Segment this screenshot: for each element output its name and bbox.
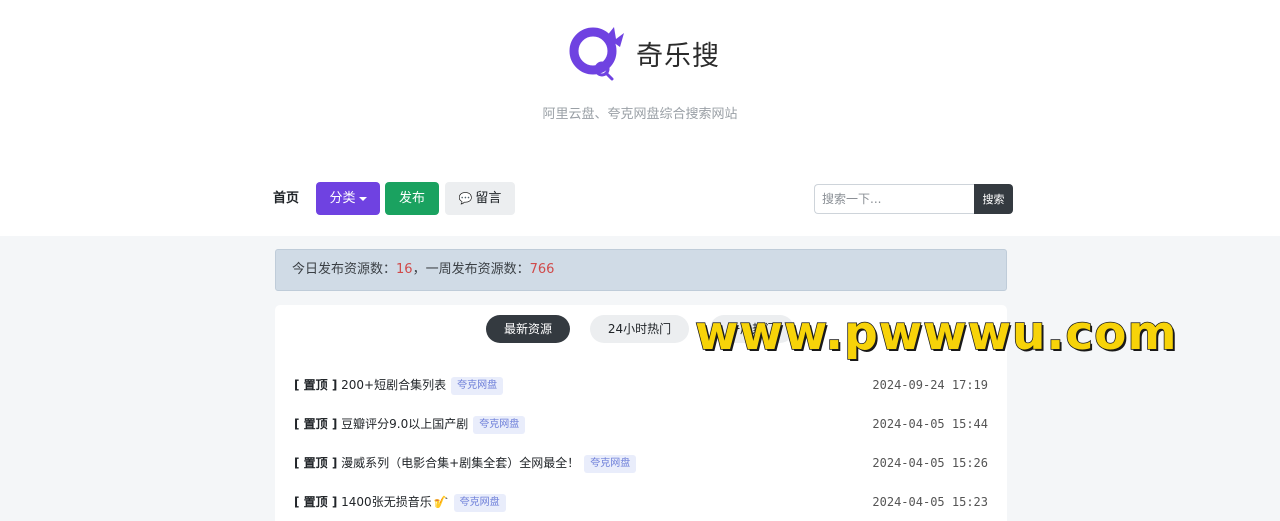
stats-banner: 今日发布资源数：16，一周发布资源数：766 xyxy=(275,249,1007,291)
logo[interactable]: 奇乐搜 xyxy=(566,25,720,81)
pin-label: [ 置顶 ] xyxy=(294,456,338,470)
drive-tag: 夸克网盘 xyxy=(584,454,637,473)
nav-category-dropdown[interactable]: 分类 xyxy=(316,182,380,215)
logo-icon xyxy=(569,27,624,81)
stats-week-label: 一周发布资源数： xyxy=(425,262,530,277)
nav-message-button[interactable]: 💬 留言 xyxy=(445,182,515,215)
music-emoji-icon: 🎷 xyxy=(433,495,449,509)
list-item[interactable]: [ 置顶 ] 漫威系列（电影合集+剧集全套）全网最全！ 夸克网盘 2024-04-… xyxy=(294,453,988,473)
nav-category-label: 分类 xyxy=(329,191,356,206)
resource-time: 2024-04-05 15:23 xyxy=(872,495,988,509)
caret-down-icon xyxy=(358,196,367,201)
watermark-text: www.pwwwu.com xyxy=(694,305,1178,362)
stats-today-label: 今日发布资源数： xyxy=(292,262,397,277)
resource-time: 2024-04-05 15:26 xyxy=(872,456,988,470)
navbar: 首页 分类 发布 💬 留言 搜索 xyxy=(262,182,1014,216)
search-button[interactable]: 搜索 xyxy=(974,184,1013,214)
resource-time: 2024-04-05 15:44 xyxy=(872,417,988,431)
resource-title[interactable]: 漫威系列（电影合集+剧集全套）全网最全！ xyxy=(341,456,579,470)
resource-title[interactable]: 豆瓣评分9.0以上国产剧 xyxy=(341,417,468,431)
site-subtitle: 阿里云盘、夸克网盘综合搜索网站 xyxy=(542,107,738,122)
drive-tag: 夸克网盘 xyxy=(451,376,504,395)
header: 奇乐搜 阿里云盘、夸克网盘综合搜索网站 首页 分类 发布 💬 留言 搜索 xyxy=(0,0,1280,236)
nav-home[interactable]: 首页 xyxy=(262,182,310,215)
list-item[interactable]: [ 置顶 ] 200+短剧合集列表 夸克网盘 2024-09-24 17:19 xyxy=(294,375,988,395)
stats-separator: ， xyxy=(412,262,426,277)
pin-label: [ 置顶 ] xyxy=(294,417,338,431)
tab-latest[interactable]: 最新资源 xyxy=(486,315,570,343)
site-title: 奇乐搜 xyxy=(636,40,720,72)
drive-tag: 夸克网盘 xyxy=(453,493,506,512)
pin-label: [ 置顶 ] xyxy=(294,495,338,509)
list-item[interactable]: [ 置顶 ] 1400张无损音乐 🎷 夸克网盘 2024-04-05 15:23 xyxy=(294,492,988,512)
list-item[interactable]: [ 置顶 ] 豆瓣评分9.0以上国产剧 夸克网盘 2024-04-05 15:44 xyxy=(294,414,988,434)
nav-publish-button[interactable]: 发布 xyxy=(385,182,439,215)
speech-bubble-icon: 💬 xyxy=(458,192,473,205)
drive-tag: 夸克网盘 xyxy=(473,415,526,434)
resource-time: 2024-09-24 17:19 xyxy=(872,378,988,392)
resource-title[interactable]: 200+短剧合集列表 xyxy=(341,378,446,392)
stats-today-value: 16 xyxy=(396,262,413,277)
search-input[interactable] xyxy=(814,184,975,214)
stats-week-value: 766 xyxy=(529,262,555,277)
nav-message-label: 留言 xyxy=(475,191,502,206)
tab-hot-24h[interactable]: 24小时热门 xyxy=(590,315,689,343)
resource-title[interactable]: 1400张无损音乐 xyxy=(341,495,432,509)
pin-label: [ 置顶 ] xyxy=(294,378,338,392)
